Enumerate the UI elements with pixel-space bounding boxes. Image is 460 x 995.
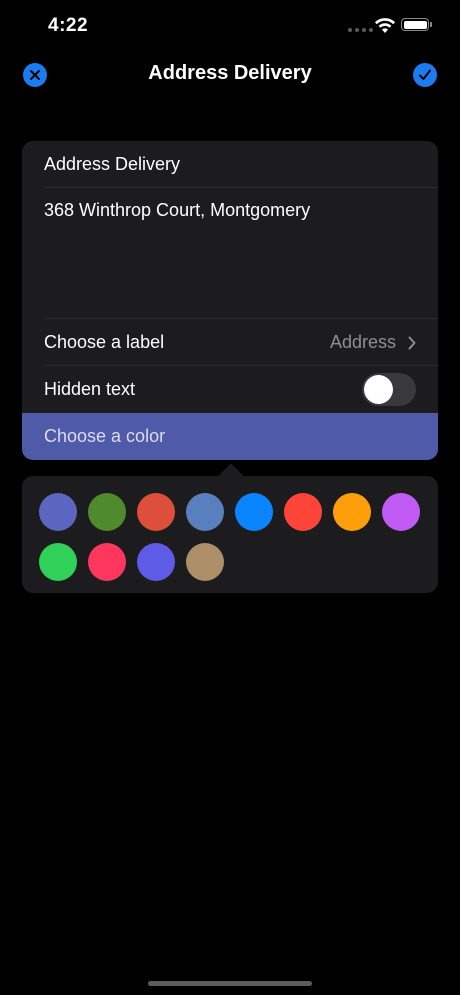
form-card: Address Delivery 368 Winthrop Court, Mon… bbox=[22, 141, 438, 460]
choose-label-row[interactable]: Choose a label Address bbox=[22, 319, 438, 366]
wifi-icon bbox=[375, 18, 395, 33]
color-swatch[interactable] bbox=[333, 493, 371, 531]
color-swatch[interactable] bbox=[39, 493, 77, 531]
color-swatch[interactable] bbox=[235, 493, 273, 531]
color-swatch[interactable] bbox=[88, 543, 126, 581]
label-detail: Address bbox=[330, 332, 416, 353]
hidden-text-toggle[interactable] bbox=[362, 373, 416, 406]
choose-color-row[interactable]: Choose a color bbox=[22, 413, 438, 460]
popover-arrow bbox=[218, 463, 244, 489]
color-swatch[interactable] bbox=[186, 543, 224, 581]
navigation-bar: Address Delivery bbox=[0, 52, 460, 96]
choose-label-text: Choose a label bbox=[44, 332, 165, 352]
color-swatch[interactable] bbox=[137, 493, 175, 531]
color-swatch[interactable] bbox=[382, 493, 420, 531]
title-field[interactable]: Address Delivery bbox=[22, 141, 438, 188]
status-time: 4:22 bbox=[48, 15, 89, 36]
checkmark-icon bbox=[419, 69, 431, 80]
home-indicator bbox=[148, 981, 312, 986]
choose-color-text: Choose a color bbox=[44, 426, 166, 446]
color-swatch[interactable] bbox=[88, 493, 126, 531]
color-swatch[interactable] bbox=[39, 543, 77, 581]
toggle-knob bbox=[364, 375, 393, 404]
cellular-signal-icon bbox=[348, 28, 373, 32]
hidden-text-label: Hidden text bbox=[44, 379, 136, 399]
page-title: Address Delivery bbox=[148, 62, 312, 84]
color-swatch[interactable] bbox=[284, 493, 322, 531]
color-swatch[interactable] bbox=[186, 493, 224, 531]
address-text-value: 368 Winthrop Court, Montgomery bbox=[44, 200, 311, 220]
battery-icon bbox=[401, 18, 432, 31]
done-button[interactable] bbox=[413, 63, 437, 87]
color-picker-popover bbox=[22, 463, 438, 593]
hidden-text-row: Hidden text bbox=[22, 366, 438, 413]
chevron-right-icon bbox=[408, 336, 416, 349]
title-field-value: Address Delivery bbox=[44, 154, 181, 174]
color-swatch[interactable] bbox=[137, 543, 175, 581]
address-text-area[interactable]: 368 Winthrop Court, Montgomery bbox=[22, 188, 438, 319]
selected-label-value: Address bbox=[329, 332, 396, 352]
status-bar: 4:22 bbox=[0, 0, 460, 52]
